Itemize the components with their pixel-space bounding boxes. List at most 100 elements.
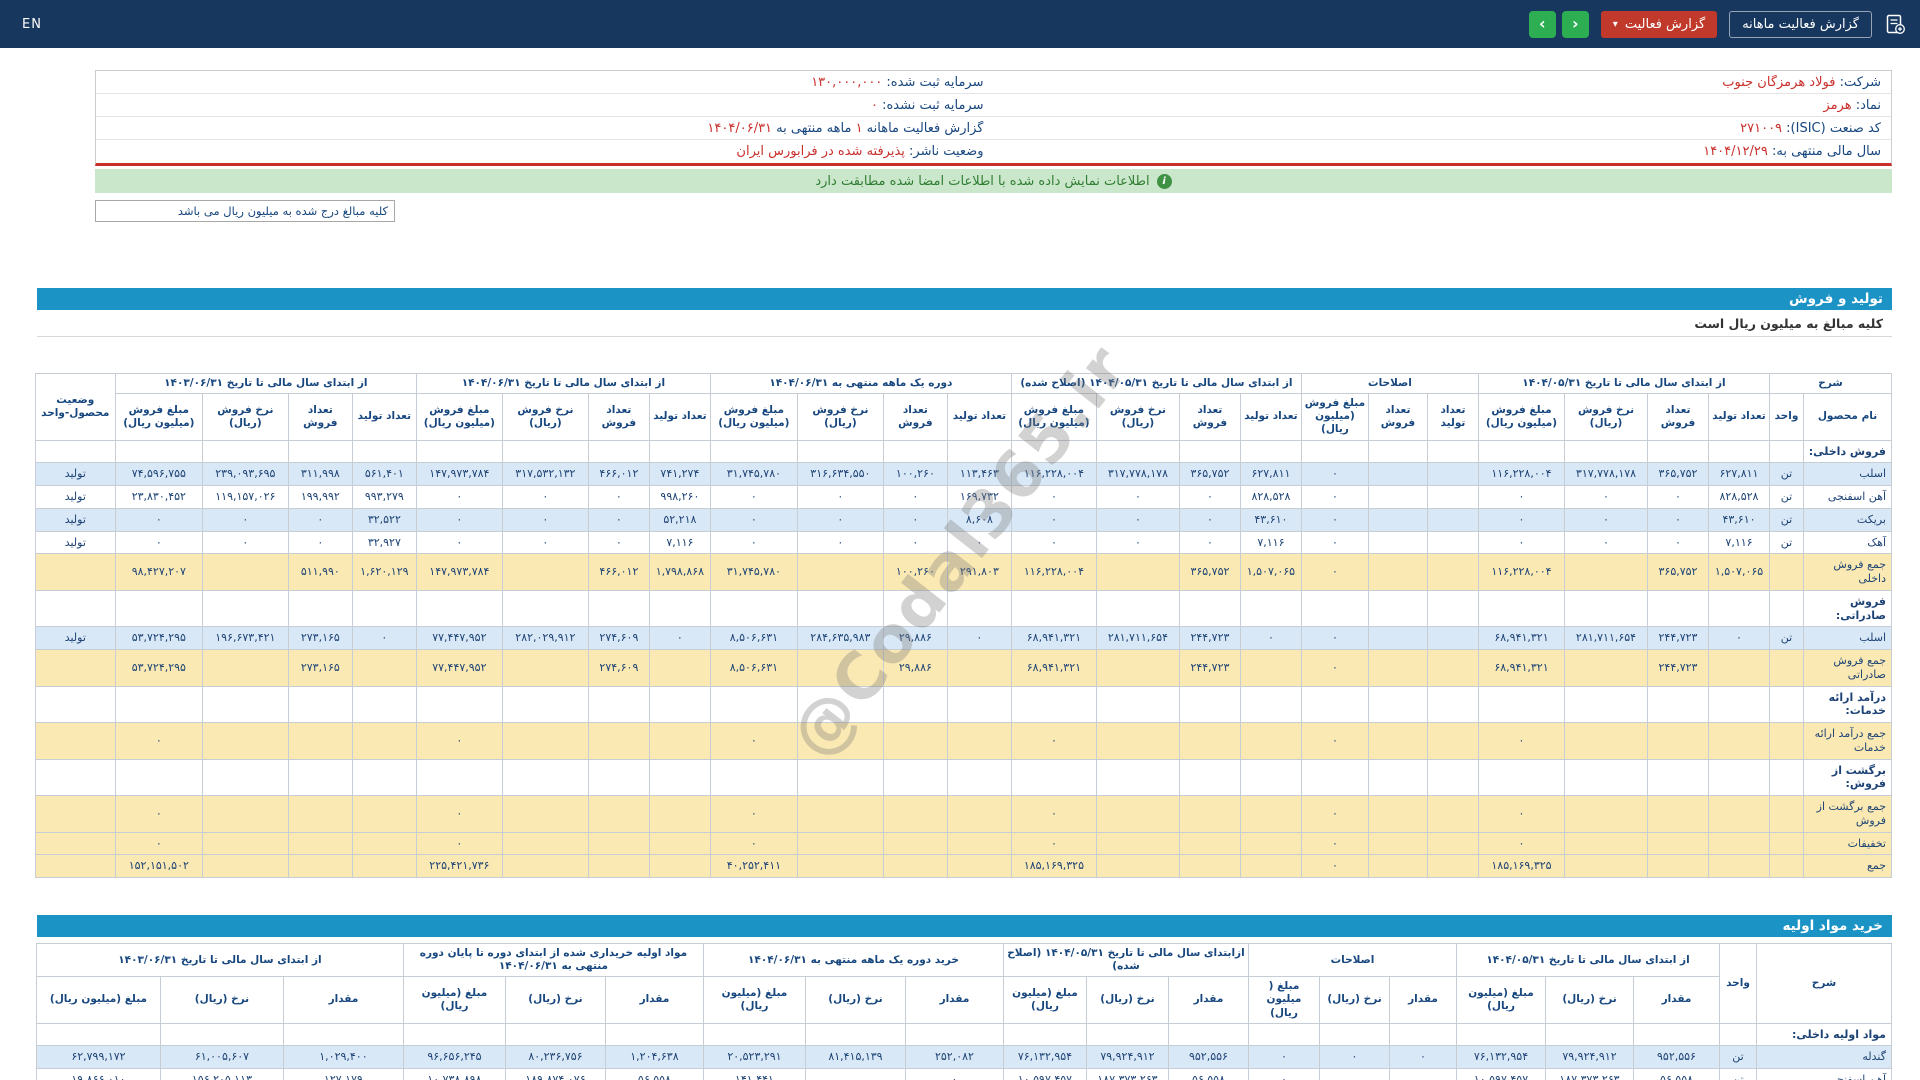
empty-cell xyxy=(501,589,589,628)
value-cell xyxy=(882,831,948,856)
column-header: مبلغ ( میلیون ریال) xyxy=(1247,976,1321,1024)
value-cell xyxy=(1367,462,1428,486)
status-cell: تولید xyxy=(34,485,116,509)
value-cell xyxy=(882,795,948,833)
table-section-row: فروش داخلی: xyxy=(34,439,1892,464)
value-cell: ۳۱۷,۷۷۸,۱۷۸ xyxy=(1095,462,1180,486)
empty-cell xyxy=(1010,685,1097,723)
column-header: مقدار xyxy=(1167,976,1249,1024)
value-cell: ۸۱,۴۱۵,۱۳۹ xyxy=(804,1045,906,1070)
previous-report-button[interactable]: ‹ xyxy=(1528,10,1556,38)
column-header: تعداد تولید xyxy=(946,393,1012,441)
production-sales-unit-note: کلیه مبالغ به میلیون ریال است xyxy=(37,310,1892,337)
value-cell xyxy=(1708,831,1770,856)
value-cell: ۲۴۴,۷۲۳ xyxy=(1178,649,1241,687)
info-label: ماهه منتهی به xyxy=(772,120,856,136)
column-header: نرخ (ریال) xyxy=(159,976,284,1024)
column-header: نرخ (ریال) xyxy=(1085,976,1169,1024)
next-report-button[interactable]: › xyxy=(1561,10,1589,38)
unit-cell: تن xyxy=(1769,530,1804,555)
empty-cell xyxy=(1426,439,1479,464)
empty-cell xyxy=(1095,685,1180,723)
value-cell: ۰ xyxy=(709,831,798,856)
group-header: شرح xyxy=(1769,372,1892,395)
empty-cell xyxy=(1095,589,1180,628)
empty-cell xyxy=(114,758,203,796)
value-cell: ۳۱۷,۵۳۲,۱۳۲ xyxy=(501,462,589,486)
empty-cell xyxy=(1647,758,1709,796)
value-cell: ۲۷۴,۶۰۹ xyxy=(587,626,650,650)
column-header: مبلغ فروش (میلیون ریال) xyxy=(415,393,503,441)
column-header: تعداد فروش xyxy=(1647,393,1709,441)
group-header: مواد اولیه خریداری شده از ابتدای دوره تا… xyxy=(402,942,704,978)
empty-cell xyxy=(1426,685,1479,723)
info-value: ۱ xyxy=(855,120,863,136)
language-toggle-en[interactable]: EN xyxy=(22,17,42,32)
production-sales-table: شرح از ابتدای سال مالی تا تاریخ ۱۴۰۴/۰۵/۳… xyxy=(34,372,1892,878)
info-label: کد صنعت (ISIC): xyxy=(1782,120,1881,136)
value-cell: ۹۹۳,۲۷۹ xyxy=(351,485,417,509)
report-title: گزارش فعالیت ماهانه xyxy=(1729,10,1872,38)
empty-cell xyxy=(1769,685,1804,723)
value-cell xyxy=(1178,722,1241,760)
group-header: شرح xyxy=(1756,943,1892,1024)
empty-cell xyxy=(415,439,503,464)
column-header: نام محصول xyxy=(1803,393,1892,441)
section-header-raw-materials: خرید مواد اولیه xyxy=(37,915,1892,937)
value-cell xyxy=(1426,485,1479,509)
value-cell xyxy=(882,854,948,878)
table-row: جمع ۱۸۵,۱۶۹,۳۲۵ ۰ ۱۸۵,۱۶۹,۳۲۵ ۴۰,۲۵۲,۴۱۱ ۲۲۵,… xyxy=(34,854,1892,878)
value-cell xyxy=(796,795,884,833)
empty-cell xyxy=(1002,1022,1087,1047)
value-cell: ۷۶,۱۳۲,۹۵۴ xyxy=(1456,1045,1546,1070)
value-cell xyxy=(1239,795,1302,833)
value-cell xyxy=(351,854,417,878)
value-cell xyxy=(351,795,417,833)
product-name-cell: جمع فروش صادراتی xyxy=(1803,649,1892,687)
value-cell xyxy=(501,854,589,878)
column-header: تعداد فروش xyxy=(882,393,948,441)
value-cell: ۶۲,۷۹۹,۱۷۲ xyxy=(35,1045,161,1070)
info-label: وضعیت ناشر: xyxy=(904,144,984,159)
empty-cell xyxy=(1564,685,1648,723)
value-cell xyxy=(1708,795,1770,833)
value-cell: ۷۷,۴۴۷,۹۵۲ xyxy=(415,649,503,687)
value-cell xyxy=(1426,722,1479,760)
empty-cell xyxy=(1647,685,1709,723)
info-cell-right: کد صنعت (ISIC): ۲۷۱۰۰۹ xyxy=(994,121,1892,136)
value-cell: ۷۹,۹۲۴,۹۱۲ xyxy=(1085,1045,1169,1070)
group-header: خرید دوره یک ماهه منتهی به ۱۴۰۴/۰۶/۳۱ xyxy=(702,942,1004,978)
empty-cell xyxy=(882,758,948,796)
table-section-row: مواد اولیه داخلی: xyxy=(35,1022,1892,1047)
column-header: واحد xyxy=(1769,393,1804,441)
table-row: بریکت تن ۴۳,۶۱۰ ۰ ۰ ۰ ۰ ۴۳,۶۱۰ ۰ ۰ ۰ ۸,۶۰۸ ۰ ۰ ۰ ۵۲,۲۱۸… xyxy=(34,507,1892,532)
section-label-cell: فروش صادراتی: xyxy=(1803,589,1892,628)
column-header: مقدار xyxy=(604,976,704,1024)
product-name-cell: جمع برگشت از فروش xyxy=(1803,795,1892,833)
report-type-dropdown[interactable]: گزارش فعالیت ▾ xyxy=(1600,10,1718,38)
empty-cell xyxy=(1564,589,1648,628)
empty-cell xyxy=(201,685,289,723)
value-cell: ۰ xyxy=(1647,530,1709,555)
value-cell: ۱,۵۰۷,۰۶۵ xyxy=(1239,553,1302,591)
empty-cell xyxy=(287,685,353,723)
value-cell: ۳۶۵,۷۵۲ xyxy=(1647,462,1709,486)
value-cell xyxy=(287,722,353,760)
value-cell: ۰ xyxy=(415,795,503,833)
value-cell: ۹۵۲,۵۵۶ xyxy=(1167,1045,1249,1070)
value-cell xyxy=(501,722,589,760)
value-cell xyxy=(648,831,711,856)
value-cell xyxy=(1095,722,1180,760)
empty-cell xyxy=(587,758,650,796)
value-cell xyxy=(1095,831,1180,856)
info-label: سال مالی منتهی به: xyxy=(1767,144,1881,159)
value-cell: ۷۷,۴۴۷,۹۵۲ xyxy=(415,626,503,650)
value-cell: ۵۶,۵۵۸ xyxy=(1167,1068,1249,1080)
product-name-cell: اسلب xyxy=(1803,462,1892,486)
empty-cell xyxy=(1300,685,1369,723)
group-header: از ابتدای سال مالی تا تاریخ ۱۴۰۳/۰۶/۳۱ xyxy=(114,372,417,395)
group-header: از ابتدای سال مالی تا تاریخ ۱۴۰۴/۰۵/۳۱ xyxy=(1456,942,1720,978)
empty-cell xyxy=(882,439,948,464)
value-cell: ۶۲۷,۸۱۱ xyxy=(1239,462,1302,486)
value-cell: ۳۱۶,۶۳۴,۵۵۰ xyxy=(796,462,884,486)
